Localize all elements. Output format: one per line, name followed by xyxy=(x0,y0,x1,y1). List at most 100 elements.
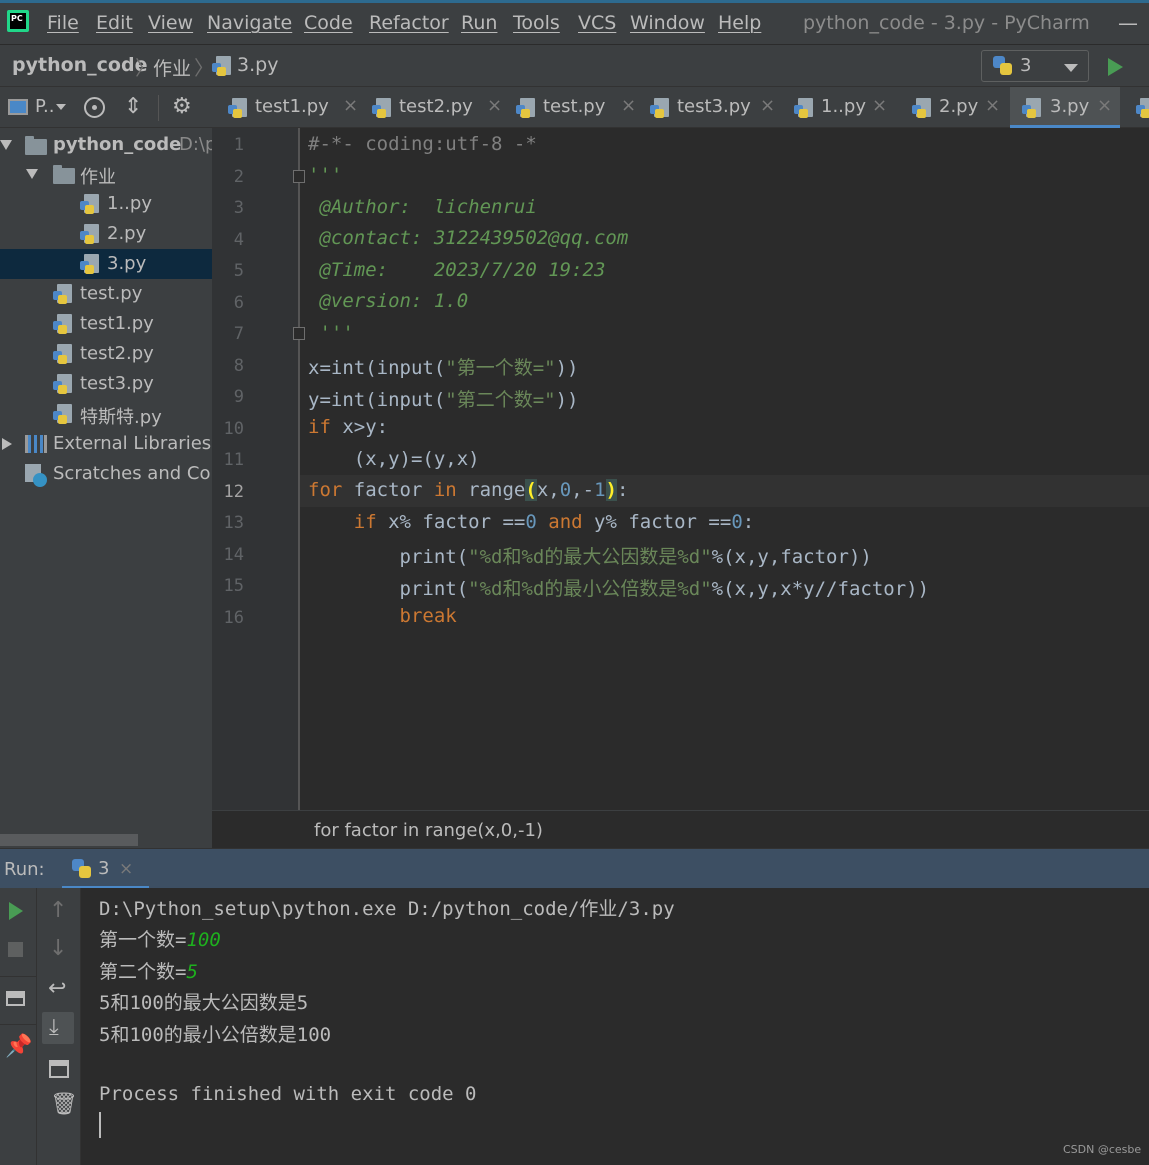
close-icon[interactable]: × xyxy=(487,95,502,116)
tab-3[interactable]: 3.py × xyxy=(1010,87,1120,128)
code-token: x, xyxy=(536,479,560,501)
tree-item-root[interactable]: python_code D:\p xyxy=(0,130,212,160)
code-line: y=int(input("第二个数=")) xyxy=(308,385,579,412)
tree-item-file[interactable]: test3.py xyxy=(0,369,212,399)
code-token: print( xyxy=(399,546,469,568)
expand-arrow-icon[interactable] xyxy=(0,140,12,150)
run-config-dropdown[interactable]: 3 xyxy=(981,50,1089,82)
soft-wrap-icon[interactable]: ↩ xyxy=(48,978,66,1000)
close-icon[interactable]: × xyxy=(760,95,775,116)
menu-tools[interactable]: Tools xyxy=(513,12,560,34)
expand-arrow-icon[interactable] xyxy=(26,169,38,179)
python-file-icon xyxy=(53,373,75,395)
line-number: 7 xyxy=(233,324,244,344)
console-line: 第二个数=5 xyxy=(99,957,198,984)
tree-label: python_code xyxy=(53,134,182,155)
menu-file[interactable]: File xyxy=(47,12,79,34)
tree-label: test.py xyxy=(80,283,143,304)
console-user-input: 5 xyxy=(186,961,198,983)
close-icon[interactable]: × xyxy=(985,95,1000,116)
tree-item-file[interactable]: test2.py xyxy=(0,339,212,369)
line-number: 15 xyxy=(223,576,244,596)
tab-1[interactable]: 1..py × xyxy=(788,87,898,128)
tree-label: Scratches and Con xyxy=(53,463,212,484)
tree-item-file-selected[interactable]: 3.py xyxy=(0,249,212,279)
arrow-up-icon[interactable]: ↑ xyxy=(49,900,67,922)
tab-test1[interactable]: test1.py × xyxy=(222,87,358,128)
window-title: python_code - 3.py - PyCharm xyxy=(803,12,1090,34)
code-token: )) xyxy=(555,389,579,411)
code-number: 1 xyxy=(594,479,606,501)
menu-code[interactable]: Code xyxy=(304,12,353,34)
menu-run[interactable]: Run xyxy=(461,12,497,34)
tree-item-folder[interactable]: 作业 xyxy=(0,159,212,189)
tree-item-file[interactable]: 特斯特.py xyxy=(0,399,212,429)
tree-item-external-libraries[interactable]: External Libraries xyxy=(0,429,212,459)
console-line: 5和100的最大公因数是5 xyxy=(99,992,309,1014)
code-token: x>y: xyxy=(330,416,389,438)
collapse-all-icon[interactable]: ⇕ xyxy=(124,96,142,118)
menu-view[interactable]: View xyxy=(148,12,193,34)
close-icon[interactable]: × xyxy=(343,95,358,116)
gear-icon[interactable]: ⚙ xyxy=(172,96,192,118)
chevron-down-icon[interactable] xyxy=(56,104,66,110)
close-icon[interactable]: × xyxy=(119,859,133,879)
menu-edit[interactable]: Edit xyxy=(96,12,133,34)
breadcrumb-file[interactable]: 3.py xyxy=(237,54,278,76)
tab-test[interactable]: test.py × xyxy=(510,87,636,128)
run-tab-label: 3 xyxy=(98,858,110,879)
trash-icon[interactable]: 🗑 xyxy=(50,1094,78,1116)
code-token: x=int(input( xyxy=(308,357,446,379)
stop-icon[interactable] xyxy=(8,942,23,957)
tab-label: test2.py xyxy=(399,96,473,117)
close-icon[interactable]: × xyxy=(1097,95,1112,116)
tab-test3[interactable]: test3.py × xyxy=(644,87,776,128)
project-view-icon[interactable] xyxy=(8,99,28,115)
menu-help[interactable]: Help xyxy=(718,12,761,34)
code-keyword: break xyxy=(399,605,457,627)
tab-test2[interactable]: test2.py × xyxy=(366,87,502,128)
close-icon[interactable]: × xyxy=(872,95,887,116)
tree-item-file[interactable]: test1.py xyxy=(0,309,212,339)
pin-icon[interactable]: 📌 xyxy=(5,1036,32,1058)
code-keyword: if xyxy=(353,511,377,533)
breadcrumb-project[interactable]: python_code xyxy=(12,54,147,76)
run-play-icon[interactable] xyxy=(1108,58,1123,76)
project-toolbar: P.. ⇕ ⚙ xyxy=(0,87,212,128)
editor-breadcrumb-bar: for factor in range(x,0,-1) xyxy=(212,810,1149,848)
menu-refactor[interactable]: Refactor xyxy=(369,12,449,34)
line-number: 2 xyxy=(233,167,244,187)
minimize-button[interactable]: — xyxy=(1118,11,1138,35)
menu-window[interactable]: Window xyxy=(630,12,705,34)
breadcrumb-folder[interactable]: 作业 xyxy=(153,54,191,81)
python-file-icon xyxy=(53,313,75,335)
rerun-icon[interactable] xyxy=(9,902,23,920)
tree-label: 2.py xyxy=(107,223,147,244)
tab-2[interactable]: 2.py × xyxy=(906,87,1011,128)
python-icon xyxy=(993,56,1013,76)
pycharm-logo-icon: PC xyxy=(7,10,29,32)
editor-tabs: test1.py × test2.py × test.py × test3.py… xyxy=(212,87,1149,128)
tree-item-file[interactable]: test.py xyxy=(0,279,212,309)
menu-vcs[interactable]: VCS xyxy=(578,12,616,34)
tree-item-scratches[interactable]: Scratches and Con xyxy=(0,459,212,489)
tree-item-file[interactable]: 1..py xyxy=(0,189,212,219)
fold-marker-icon[interactable] xyxy=(293,327,305,340)
editor-breadcrumb[interactable]: for factor in range(x,0,-1) xyxy=(314,820,543,841)
code-line: print("%d和%d的最大公因数是%d"%(x,y,factor)) xyxy=(308,542,872,569)
python-file-icon xyxy=(53,283,75,305)
tree-label: External Libraries xyxy=(53,433,212,454)
fold-marker-icon[interactable] xyxy=(293,170,305,183)
horizontal-scrollbar[interactable] xyxy=(0,834,138,846)
navigation-bar: python_code 〉 作业 〉 3.py 3 xyxy=(0,44,1149,87)
project-view-label[interactable]: P.. xyxy=(35,96,55,117)
close-icon[interactable]: × xyxy=(621,95,636,116)
print-icon[interactable] xyxy=(49,1060,69,1078)
layout-icon[interactable] xyxy=(6,991,25,1006)
tree-path: D:\p xyxy=(179,134,212,155)
expand-arrow-icon[interactable] xyxy=(2,438,12,450)
arrow-down-icon[interactable]: ↓ xyxy=(49,938,67,960)
menu-navigate[interactable]: Navigate xyxy=(207,12,292,34)
run-tab[interactable]: 3 × xyxy=(62,849,149,889)
tree-item-file[interactable]: 2.py xyxy=(0,219,212,249)
